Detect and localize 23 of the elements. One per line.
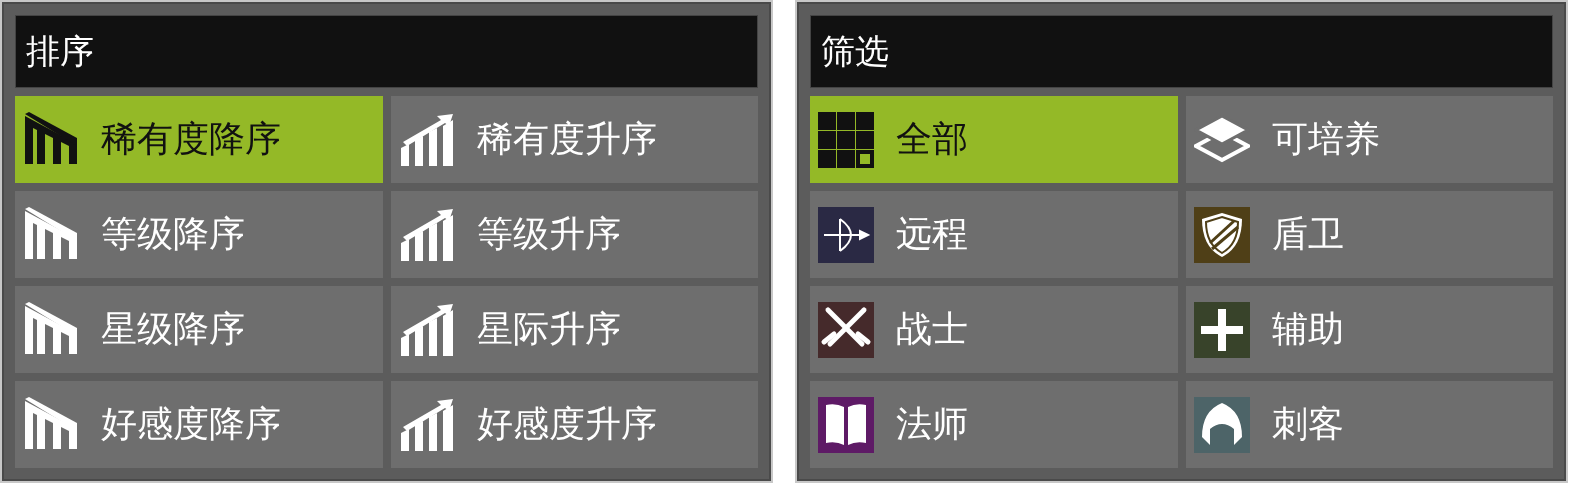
sort-option[interactable]: 好感度降序 (15, 381, 383, 468)
sort-option[interactable]: 星级降序 (15, 286, 383, 373)
sort-option[interactable]: 稀有度降序 (15, 96, 383, 183)
filter-option[interactable]: 辅助 (1185, 286, 1553, 373)
filter-option[interactable]: 可培养 (1185, 96, 1553, 183)
ascending-bars-icon (398, 301, 455, 358)
ascending-bars-icon (398, 111, 455, 168)
sort-option[interactable]: 好感度升序 (390, 381, 758, 468)
ascending-bars-icon (398, 206, 455, 263)
filter-option[interactable]: 刺客 (1185, 381, 1553, 468)
sort-option[interactable]: 星际升序 (390, 286, 758, 373)
sort-option[interactable]: 等级降序 (15, 191, 383, 278)
filter-option[interactable]: 全部 (810, 96, 1178, 183)
filter-option[interactable]: 远程 (810, 191, 1178, 278)
filter-option[interactable]: 法师 (810, 381, 1178, 468)
sort-option[interactable]: 等级升序 (390, 191, 758, 278)
panel-title: 筛选 (810, 15, 1553, 88)
sort-option[interactable]: 稀有度升序 (390, 96, 758, 183)
ascending-bars-icon (398, 396, 455, 453)
grid-icon (818, 111, 874, 168)
filter-option[interactable]: 盾卫 (1185, 191, 1553, 278)
filter-option[interactable]: 战士 (810, 286, 1178, 373)
panel-title: 排序 (15, 15, 758, 88)
